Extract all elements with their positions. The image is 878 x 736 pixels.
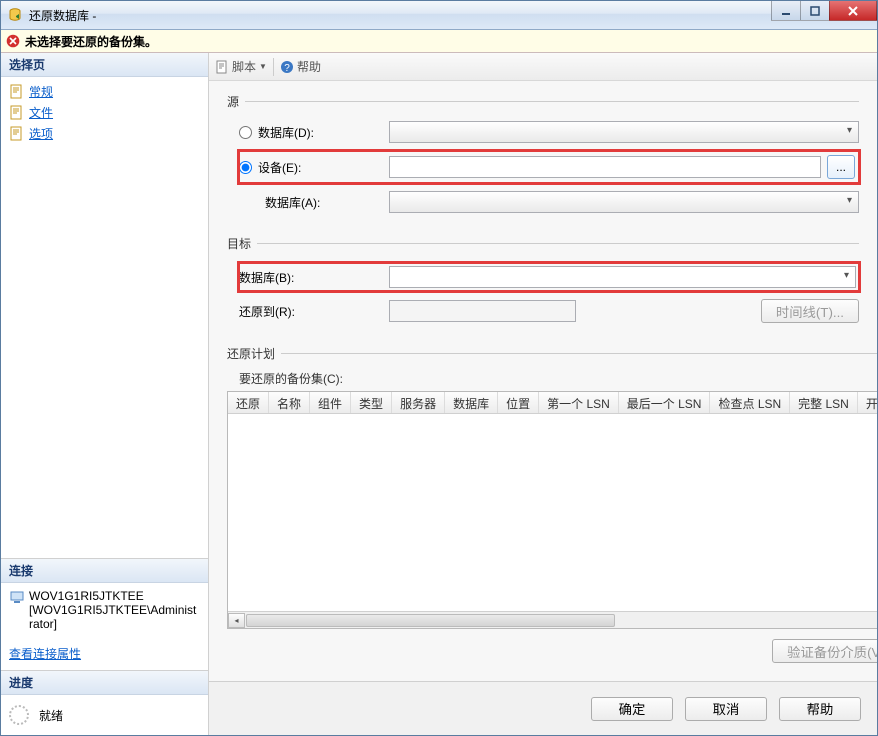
window-title: 还原数据库 - xyxy=(29,7,877,24)
backup-sets-label: 要还原的备份集(C): xyxy=(239,370,877,387)
restore-to-input xyxy=(389,300,576,322)
help-icon: ? xyxy=(280,60,294,74)
col-database[interactable]: 数据库 xyxy=(445,392,498,413)
maximize-button[interactable] xyxy=(800,1,830,21)
col-server[interactable]: 服务器 xyxy=(392,392,445,413)
sidebar-item-label: 文件 xyxy=(29,104,53,121)
scroll-thumb[interactable] xyxy=(246,614,615,627)
source-legend: 源 xyxy=(227,93,245,110)
help-toolbar-button[interactable]: ? 帮助 xyxy=(280,58,321,75)
progress-header: 进度 xyxy=(1,671,208,695)
dialog-footer: 确定 取消 帮助 xyxy=(209,681,877,735)
horizontal-scrollbar[interactable]: ◂ ▸ xyxy=(228,611,877,628)
error-icon xyxy=(6,34,20,48)
ok-button[interactable]: 确定 xyxy=(591,697,673,721)
window-controls xyxy=(772,1,877,21)
close-button[interactable] xyxy=(829,1,877,21)
cancel-button[interactable]: 取消 xyxy=(685,697,767,721)
browse-device-button[interactable]: ... xyxy=(827,155,855,179)
sidebar-item-label: 常规 xyxy=(29,83,53,100)
col-first-lsn[interactable]: 第一个 LSN xyxy=(539,392,619,413)
select-page-list: 常规 文件 选项 xyxy=(1,77,208,558)
grid-body xyxy=(228,414,877,611)
svg-text:?: ? xyxy=(284,63,290,74)
script-icon xyxy=(215,60,229,74)
page-icon xyxy=(9,84,25,100)
backup-sets-grid[interactable]: 还原 名称 组件 类型 服务器 数据库 位置 第一个 LSN 最后一个 LSN … xyxy=(227,391,877,629)
verify-media-button: 验证备份介质(V) xyxy=(772,639,877,663)
help-button[interactable]: 帮助 xyxy=(779,697,861,721)
source-database-radio[interactable] xyxy=(239,126,252,139)
col-type[interactable]: 类型 xyxy=(351,392,392,413)
target-database-combo[interactable] xyxy=(389,266,856,288)
target-group: 目标 数据库(B): 还原到(R): 时间线(T)... xyxy=(227,235,859,331)
sidebar-item-options[interactable]: 选项 xyxy=(1,123,208,144)
select-page-header: 选择页 xyxy=(1,53,208,77)
sidebar: 选择页 常规 文件 选项 连接 xyxy=(1,53,209,735)
plan-group: 还原计划 要还原的备份集(C): 还原 名称 组件 类型 服务器 数据库 位置 … xyxy=(227,345,877,663)
connection-server: WOV1G1RI5JTKTEE xyxy=(29,589,200,603)
connection-user: [WOV1G1RI5JTKTEE\Administrator] xyxy=(29,603,200,631)
source-group: 源 数据库(D): 设备(E): ... 数据库(A): xyxy=(227,93,859,221)
sidebar-item-files[interactable]: 文件 xyxy=(1,102,208,123)
connection-info: WOV1G1RI5JTKTEE [WOV1G1RI5JTKTEE\Adminis… xyxy=(1,583,208,637)
minimize-button[interactable] xyxy=(771,1,801,21)
server-icon xyxy=(9,589,25,605)
dropdown-arrow-icon: ▼ xyxy=(259,62,267,71)
connection-section: 连接 WOV1G1RI5JTKTEE [WOV1G1RI5JTKTEE\Admi… xyxy=(1,558,208,670)
content-area: 源 数据库(D): 设备(E): ... 数据库(A): xyxy=(209,81,877,681)
col-component[interactable]: 组件 xyxy=(310,392,351,413)
toolbar: 脚本 ▼ ? 帮助 xyxy=(209,53,877,81)
progress-status: 就绪 xyxy=(39,707,63,724)
main-panel: 脚本 ▼ ? 帮助 源 数据库(D): 设 xyxy=(209,53,877,735)
col-full-lsn[interactable]: 完整 LSN xyxy=(790,392,858,413)
source-device-database-combo[interactable] xyxy=(389,191,859,213)
warning-bar: 未选择要还原的备份集。 xyxy=(1,30,877,53)
script-button[interactable]: 脚本 ▼ xyxy=(215,58,267,75)
col-name[interactable]: 名称 xyxy=(269,392,310,413)
col-last-lsn[interactable]: 最后一个 LSN xyxy=(619,392,711,413)
sidebar-item-general[interactable]: 常规 xyxy=(1,81,208,102)
col-checkpoint-lsn[interactable]: 检查点 LSN xyxy=(710,392,790,413)
progress-section: 进度 就绪 xyxy=(1,670,208,735)
col-position[interactable]: 位置 xyxy=(498,392,539,413)
plan-legend: 还原计划 xyxy=(227,345,281,362)
warning-text: 未选择要还原的备份集。 xyxy=(25,33,157,50)
source-device-input[interactable] xyxy=(389,156,821,178)
titlebar[interactable]: 还原数据库 - xyxy=(1,1,877,30)
connection-header: 连接 xyxy=(1,559,208,583)
app-icon xyxy=(7,7,23,23)
source-database-combo[interactable] xyxy=(389,121,859,143)
restore-database-window: 还原数据库 - 未选择要还原的备份集。 选择页 常规 文件 xyxy=(0,0,878,736)
separator xyxy=(273,58,274,76)
dialog-body: 选择页 常规 文件 选项 连接 xyxy=(1,53,877,735)
page-icon xyxy=(9,105,25,121)
page-icon xyxy=(9,126,25,142)
target-legend: 目标 xyxy=(227,235,257,252)
grid-header: 还原 名称 组件 类型 服务器 数据库 位置 第一个 LSN 最后一个 LSN … xyxy=(228,392,877,414)
scroll-left-icon[interactable]: ◂ xyxy=(228,613,245,628)
progress-spinner-icon xyxy=(9,705,29,725)
view-connection-link[interactable]: 查看连接属性 xyxy=(9,647,81,661)
sidebar-item-label: 选项 xyxy=(29,125,53,142)
source-device-radio[interactable] xyxy=(239,161,252,174)
col-restore[interactable]: 还原 xyxy=(228,392,269,413)
timeline-button: 时间线(T)... xyxy=(761,299,859,323)
col-start[interactable]: 开始 xyxy=(858,392,877,413)
